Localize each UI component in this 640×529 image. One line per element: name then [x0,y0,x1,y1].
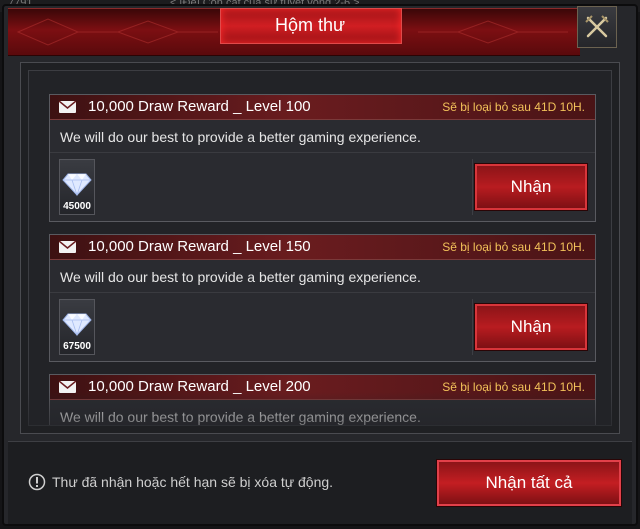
mail-list[interactable]: 10,000 Draw Reward _ Level 100 Sẽ bị loạ… [28,70,612,426]
mail-expire-text: Sẽ bị loại bỏ sau 41D 10H. [442,380,585,394]
reward-quantity: 67500 [63,341,91,352]
divider [50,292,595,293]
mail-item: 10,000 Draw Reward _ Level 100 Sẽ bị loạ… [49,94,596,222]
reward-item[interactable]: 67500 [59,299,95,355]
auto-delete-note: Thư đã nhận hoặc hết hạn sẽ bị xóa tự độ… [52,474,334,490]
warning-icon [28,473,46,491]
mail-expire-text: Sẽ bị loại bỏ sau 41D 10H. [442,100,585,114]
claim-all-button[interactable]: Nhận tất cả [437,460,621,506]
divider [472,159,473,215]
mail-expire-text: Sẽ bị loại bỏ sau 41D 10H. [442,240,585,254]
mail-body: We will do our best to provide a better … [60,129,421,145]
diamond-icon [62,313,92,337]
diamond-icon [62,173,92,197]
mail-header: 10,000 Draw Reward _ Level 150 Sẽ bị loạ… [50,235,595,260]
mail-body: We will do our best to provide a better … [60,269,421,285]
mail-item: 10,000 Draw Reward _ Level 200 Sẽ bị loạ… [49,374,596,425]
envelope-icon [59,241,76,253]
reward-quantity: 45000 [63,201,91,212]
reward-item[interactable]: 45000 [59,159,95,215]
mail-header: 10,000 Draw Reward _ Level 100 Sẽ bị loạ… [50,95,595,120]
divider [472,299,473,355]
window-title: Hộm thư [274,15,346,35]
mail-header: 10,000 Draw Reward _ Level 200 Sẽ bị loạ… [50,375,595,400]
mail-title: 10,000 Draw Reward _ Level 200 [88,378,311,395]
mail-item: 10,000 Draw Reward _ Level 150 Sẽ bị loạ… [49,234,596,362]
mail-title: 10,000 Draw Reward _ Level 100 [88,98,311,115]
divider [50,152,595,153]
envelope-icon [59,381,76,393]
envelope-icon [59,101,76,113]
mail-title: 10,000 Draw Reward _ Level 150 [88,238,311,255]
mail-body: We will do our best to provide a better … [60,409,421,425]
close-button[interactable] [577,6,617,48]
crossed-swords-icon [585,15,609,38]
claim-button[interactable]: Nhận [475,304,587,350]
claim-button[interactable]: Nhận [475,164,587,210]
